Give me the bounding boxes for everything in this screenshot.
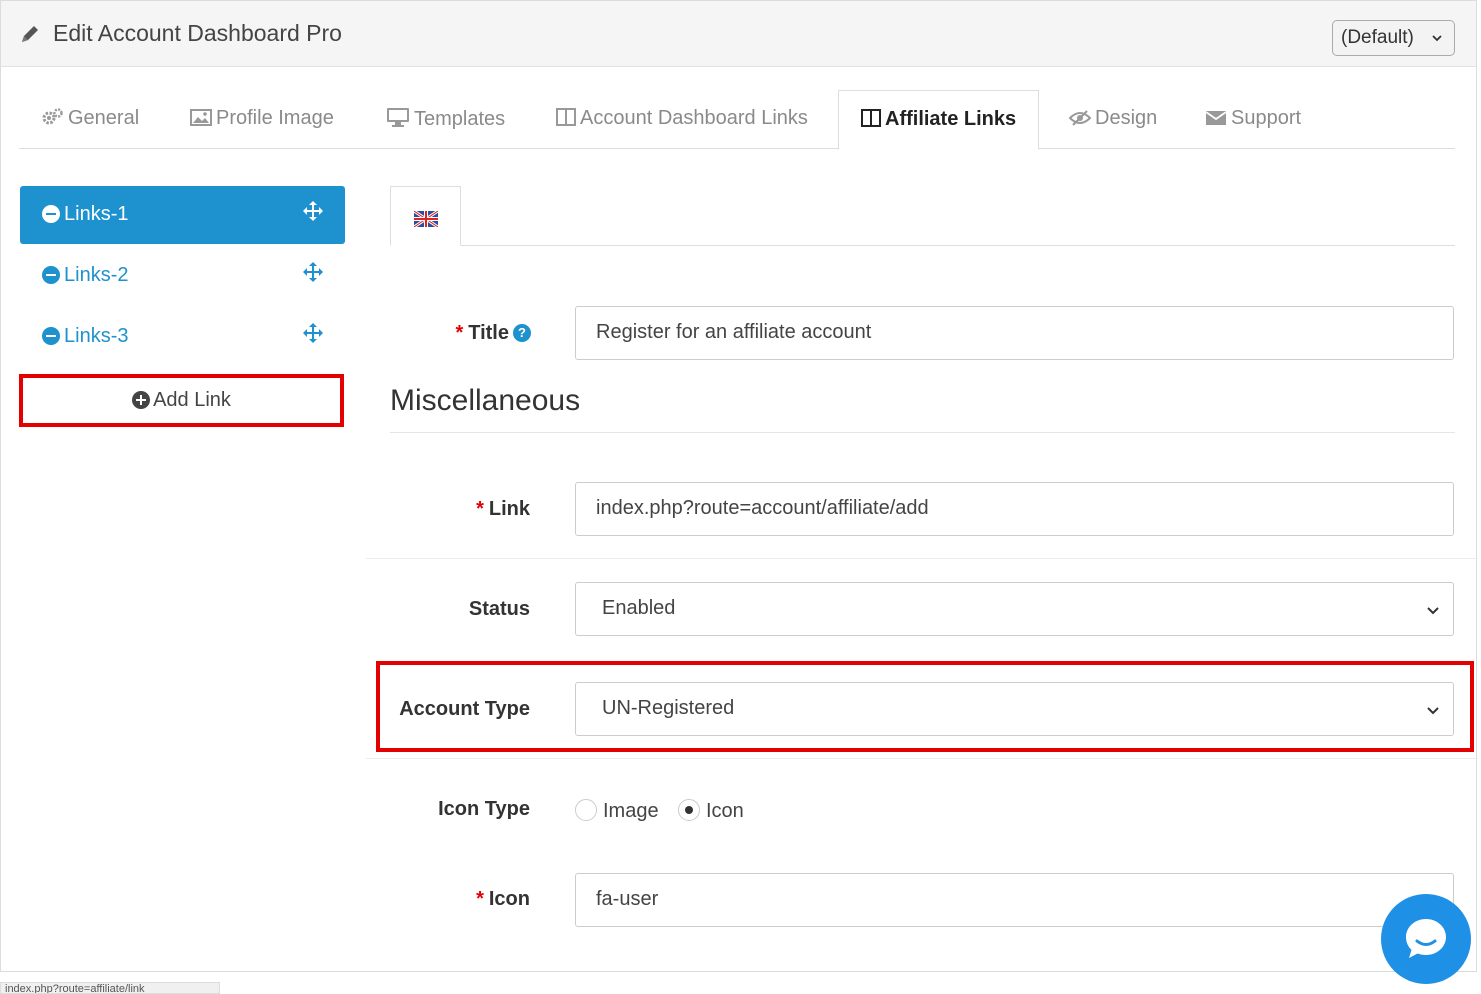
radio-button[interactable] [575,799,597,821]
row-divider [366,758,1478,759]
status-select-value: Enabled [602,597,676,619]
minus-circle-icon[interactable] [42,266,60,284]
status-select[interactable]: Enabled [575,582,1454,636]
required-mark: * [476,888,484,910]
move-icon[interactable] [303,323,323,343]
tab-label: Templates [414,108,506,130]
tab-templates[interactable]: Templates [386,90,505,149]
tab-support[interactable]: Support [1205,90,1301,149]
add-link-button[interactable]: Add Link [19,374,344,427]
columns-icon [556,108,576,126]
link-input-value: index.php?route=account/affiliate/add [596,497,929,519]
link-input[interactable]: index.php?route=account/affiliate/add [575,482,1454,536]
envelope-icon [1205,111,1227,125]
section-heading-miscellaneous: Miscellaneous [390,384,581,417]
eye-slash-icon [1069,110,1091,126]
radio-label: Image [603,800,659,822]
browser-status-bar: index.php?route=affiliate/link [0,982,220,994]
required-mark: * [476,498,484,520]
required-mark: * [455,322,464,344]
help-icon[interactable]: ? [513,324,531,342]
language-tab-bar [390,245,1455,246]
columns-icon [861,109,881,127]
tab-general[interactable]: General [42,90,139,149]
title-label-text: Title [468,322,509,344]
move-icon[interactable] [303,262,323,282]
panel-heading: Edit Account Dashboard Pro (Default) [1,1,1476,67]
image-icon [190,109,212,126]
sidebar-item-label: Links-1 [64,203,129,225]
link-label: * Link [401,498,530,521]
link-label-text: Link [488,498,530,520]
language-tab-english[interactable] [390,186,461,246]
plus-circle-icon [132,391,151,409]
chevron-down-icon [1427,607,1439,615]
icon-input[interactable]: fa-user [575,873,1454,927]
icon-input-value: fa-user [596,888,659,910]
tab-design[interactable]: Design [1069,90,1157,149]
edit-panel: Edit Account Dashboard Pro (Default) Gen… [0,0,1478,972]
minus-circle-icon[interactable] [42,205,60,223]
add-link-label: Add Link [153,389,231,411]
move-icon[interactable] [303,201,323,221]
tab-account-dashboard-links[interactable]: Account Dashboard Links [556,90,808,149]
title-label: * Title? [401,322,531,345]
icon-type-option-icon[interactable]: Icon [678,799,744,823]
tab-label: Support [1231,107,1302,129]
sidebar-item-links-1[interactable]: Links-1 [20,186,345,244]
store-select[interactable]: (Default) [1332,20,1455,56]
store-select-value: (Default) [1341,27,1414,48]
tab-profile-image[interactable]: Profile Image [190,90,334,149]
icon-label: * Icon [401,888,530,911]
account-type-highlight-box [376,661,1474,752]
sidebar-item-links-3[interactable]: Links-3 [20,308,345,366]
tab-label: Profile Image [216,107,334,129]
pencil-icon [22,26,38,42]
chat-widget-button[interactable] [1381,894,1471,984]
title-input[interactable]: Register for an affiliate account [575,306,1454,360]
tab-affiliate-links[interactable]: Affiliate Links [838,90,1040,150]
cogs-icon [42,108,63,125]
icon-label-text: Icon [488,888,530,910]
title-input-value: Register for an affiliate account [596,321,872,343]
tab-label: Account Dashboard Links [580,107,808,129]
desktop-icon [387,108,409,127]
section-divider [390,432,1455,433]
tab-label: Design [1095,107,1158,129]
tab-bar: General Profile Image Templates Account … [19,90,1455,150]
uk-flag-icon [414,211,438,227]
tab-label: Affiliate Links [885,108,1017,130]
row-divider [366,558,1478,559]
radio-button[interactable] [678,799,700,821]
icon-type-label: Icon Type [438,798,530,820]
tab-label: General [68,107,140,129]
chat-bubble-icon [1406,919,1446,958]
status-label: Status [468,598,530,620]
icon-type-option-image[interactable]: Image [575,799,659,823]
chevron-down-icon [1432,35,1442,42]
radio-label: Icon [706,800,744,822]
sidebar-item-label: Links-3 [64,325,129,347]
sidebar-item-label: Links-2 [64,264,129,286]
page-title: Edit Account Dashboard Pro [53,20,342,46]
minus-circle-icon[interactable] [42,327,60,345]
sidebar-item-links-2[interactable]: Links-2 [20,247,345,305]
